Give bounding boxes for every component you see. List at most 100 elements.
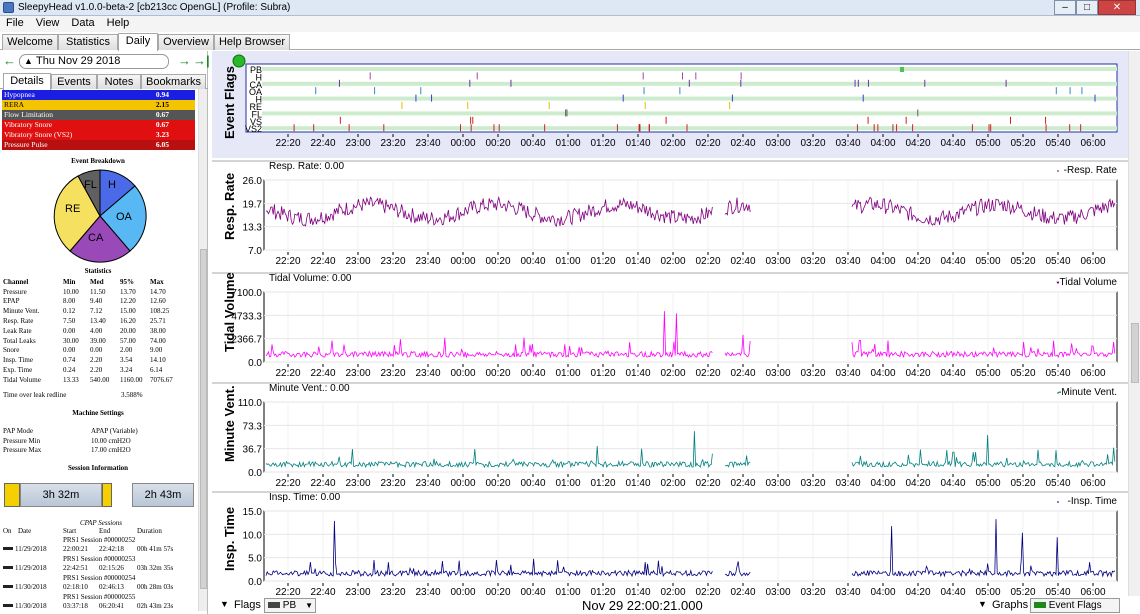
left-scrollbar[interactable]	[198, 89, 207, 611]
graph-plot[interactable]	[263, 291, 1118, 363]
event-summary-1[interactable]: RERA 2.15	[2, 100, 195, 110]
session-id: PRS1 Session #00000254	[63, 574, 136, 582]
stats-cell: Exp. Time	[3, 366, 33, 375]
setting-name: PAP Mode	[3, 427, 34, 435]
calendar-toggle-icon[interactable]: ▲	[24, 55, 33, 68]
session-row[interactable]: PRS1 Session #00000254 11/30/2018 02:18:10…	[3, 574, 199, 593]
stats-cell: 108.25	[150, 307, 170, 316]
graph-0-time-label: 01:00	[555, 256, 580, 267]
graph-0-time-label: 05:40	[1045, 256, 1070, 267]
flags-time-label: 23:40	[415, 138, 440, 149]
flags-time-label: 02:40	[730, 138, 755, 149]
session-row[interactable]: PRS1 Session #00000253 11/29/2018 22:42:51…	[3, 555, 199, 574]
tab-details[interactable]: Details	[3, 73, 51, 90]
session-row[interactable]: PRS1 Session #00000255 11/30/2018 03:37:18…	[3, 593, 199, 612]
session-block-1[interactable]: 3h 32m	[20, 483, 102, 507]
jump-latest-arrow-icon[interactable]: →|	[193, 53, 210, 68]
graph-3-time-label: 01:20	[590, 587, 615, 596]
event-summary-3[interactable]: Vibratory Snore 0.67	[2, 120, 195, 130]
session-enabled-checkbox[interactable]	[3, 585, 13, 588]
left-scroll-thumb[interactable]	[200, 249, 207, 589]
session-enabled-checkbox[interactable]	[3, 547, 13, 550]
graph-0-time-label: 01:20	[590, 256, 615, 267]
leak-redline-value: 3.588%	[121, 391, 143, 399]
graph-scroll-thumb[interactable]	[1131, 323, 1139, 383]
graph-1-time-label: 03:00	[765, 368, 790, 379]
graphs-toggle-icon[interactable]: ▼	[978, 599, 987, 609]
event-value: 0.67	[155, 120, 169, 129]
menu-view[interactable]: View	[30, 16, 66, 32]
stats-row: Leak Rate 0.00 4.00 20.00 38.00	[3, 326, 180, 336]
flags-select[interactable]: PB ▼	[264, 598, 316, 613]
tab-daily[interactable]: Daily	[118, 33, 158, 51]
graph-scrollbar[interactable]	[1128, 51, 1140, 596]
graph-2-time-label: 00:00	[450, 478, 475, 489]
graph-1-time-label: 05:00	[975, 368, 1000, 379]
stats-row: Tidal Volume 13.33 540.00 1160.00 7076.67	[3, 375, 180, 385]
flags-time-label: 23:20	[380, 138, 405, 149]
date-picker[interactable]: ▲ Thu Nov 29 2018	[19, 54, 169, 69]
session-block-2[interactable]: 2h 43m	[132, 483, 194, 507]
y-tick-label: 13.3	[243, 223, 263, 234]
graph-2-time-label: 01:00	[555, 478, 580, 489]
pin-icon[interactable]	[232, 54, 246, 68]
menu-data[interactable]: Data	[65, 16, 100, 32]
stats-cell: 74.00	[150, 336, 166, 345]
stats-cell: 2.20	[90, 366, 103, 375]
stats-cell: 0.74	[63, 356, 76, 365]
menu-file[interactable]: File	[0, 16, 30, 32]
session-info-title: Session Information	[67, 464, 129, 472]
session-start: 03:37:18	[63, 602, 88, 610]
session-enabled-checkbox[interactable]	[3, 604, 13, 607]
stats-cell: 0.24	[63, 366, 76, 375]
prev-day-arrow-icon[interactable]: ←	[3, 53, 16, 68]
close-button[interactable]: ✕	[1098, 0, 1136, 15]
graph-ylabel: Tidal Volume	[222, 272, 237, 352]
session-id: PRS1 Session #00000255	[63, 593, 136, 601]
stats-cell: 9.40	[90, 297, 103, 306]
tab-events[interactable]: Events	[51, 74, 97, 89]
graph-area[interactable]: PBHCAOAHREFLVSVS2Event Flags22:20 22:40 23…	[212, 51, 1128, 596]
graph-1-time-label: 03:40	[835, 368, 860, 379]
graph-header: Minute Vent.: 0.00	[269, 383, 350, 394]
leak-redline-row: Time over leak redline 3.588%	[3, 391, 195, 399]
stats-cell: 0.00	[63, 346, 76, 355]
flags-time-label: 23:00	[345, 138, 370, 149]
graph-2-time-label: 03:20	[800, 478, 825, 489]
stats-cell: 13.40	[90, 317, 106, 326]
stats-cell: 3.24	[120, 366, 133, 375]
tab-notes[interactable]: Notes	[97, 74, 141, 89]
graph-2-time-label: 23:00	[345, 478, 370, 489]
tab-welcome[interactable]: Welcome	[2, 34, 58, 50]
session-row[interactable]: PRS1 Session #00000252 11/29/2018 22:00:21…	[3, 536, 199, 555]
stats-header: Channel	[3, 277, 29, 286]
graph-0-time-label: 04:00	[870, 256, 895, 267]
event-summary-4[interactable]: Vibratory Snore (VS2) 3.23	[2, 130, 195, 140]
event-summary-0[interactable]: Hypopnea 0.94	[2, 90, 195, 100]
event-summary-5[interactable]: Pressure Pulse 6.05	[2, 140, 195, 150]
event-flags-select[interactable]: Event Flags	[1030, 598, 1120, 613]
tab-bookmarks[interactable]: Bookmarks	[141, 74, 206, 89]
flags-time-label: 03:00	[765, 138, 790, 149]
session-enabled-checkbox[interactable]	[3, 566, 13, 569]
graph-2-time-label: 22:20	[275, 478, 300, 489]
next-day-arrow-icon[interactable]: →	[178, 53, 191, 68]
tab-overview[interactable]: Overview	[158, 34, 214, 50]
y-tick-label: 19.7	[243, 199, 263, 210]
flags-toggle-icon[interactable]: ▼	[220, 599, 229, 609]
graph-1-time-label: 04:20	[905, 368, 930, 379]
flags-label[interactable]: Flags	[234, 599, 261, 611]
tab-statistics[interactable]: Statistics	[58, 34, 118, 50]
event-summary-2[interactable]: Flow Limitation 0.67	[2, 110, 195, 120]
flags-time-label: 02:20	[695, 138, 720, 149]
graph-plot[interactable]	[263, 179, 1118, 251]
graph-2-time-label: 04:00	[870, 478, 895, 489]
flag-event-pb	[900, 67, 904, 72]
flags-time-label: 05:00	[975, 138, 1000, 149]
maximize-button[interactable]: □	[1076, 0, 1098, 15]
graph-1-time-label: 01:40	[625, 368, 650, 379]
graphs-label[interactable]: Graphs	[992, 599, 1028, 611]
minimize-button[interactable]: –	[1054, 0, 1076, 15]
menu-help[interactable]: Help	[101, 16, 136, 32]
tab-help-browser[interactable]: Help Browser	[214, 34, 290, 50]
